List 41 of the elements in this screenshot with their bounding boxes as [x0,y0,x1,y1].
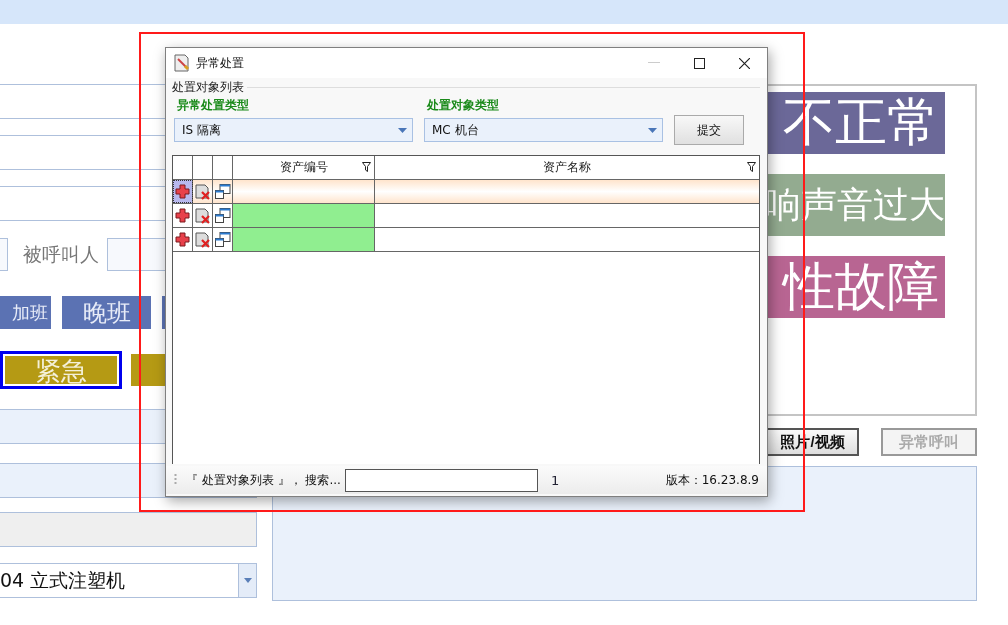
maximize-icon[interactable] [694,57,705,69]
grid-row[interactable] [173,228,759,252]
submit-button[interactable]: 提交 [674,115,744,145]
dropdown-arrow-icon [243,578,252,583]
add-icon[interactable] [175,208,190,223]
close-icon[interactable] [739,57,750,69]
search-field[interactable] [344,468,538,492]
windows-icon[interactable] [214,184,231,199]
column-header[interactable]: 资产名称 [375,156,759,179]
delete-icon[interactable] [194,231,211,248]
shift-button[interactable]: 加班 [0,296,51,329]
add-icon[interactable] [175,232,190,247]
shift-button[interactable]: 晚班 [62,296,151,329]
group-title: 处置对象列表 [172,78,245,96]
type-dropdown[interactable]: IS 隔离 [174,118,413,142]
table-cell[interactable] [233,228,375,251]
windows-icon[interactable] [214,232,231,247]
grip-icon [174,473,177,487]
filter-icon[interactable] [362,162,371,172]
field-label: 处置对象类型 [426,97,500,114]
column-header[interactable]: 资产编号 [233,156,375,179]
callee-label: 被呼叫人 [23,241,100,267]
dropdown-arrow-icon [398,127,407,133]
delete-icon[interactable] [194,207,211,224]
grid-row[interactable] [173,204,759,228]
delete-icon[interactable] [194,183,211,200]
dropdown-arrow-icon [648,127,657,133]
grid-row[interactable] [173,180,759,204]
record-count: 1 [550,472,560,488]
table-cell[interactable] [233,204,375,227]
type-dropdown[interactable]: MC 机台 [424,118,663,142]
add-icon[interactable] [175,184,190,199]
version-label: 版本：16.23.8.9 [665,471,759,489]
machine-select[interactable]: 04 立式注塑机 [0,563,257,598]
windows-icon[interactable] [214,208,231,223]
field-label: 异常处置类型 [176,97,250,114]
window-title: 异常处置 [196,54,244,72]
search-label: 『 处置对象列表 』， 搜索... [186,471,341,489]
edit-document-icon [174,54,190,72]
filter-icon[interactable] [747,162,756,172]
text-field[interactable] [0,238,8,271]
